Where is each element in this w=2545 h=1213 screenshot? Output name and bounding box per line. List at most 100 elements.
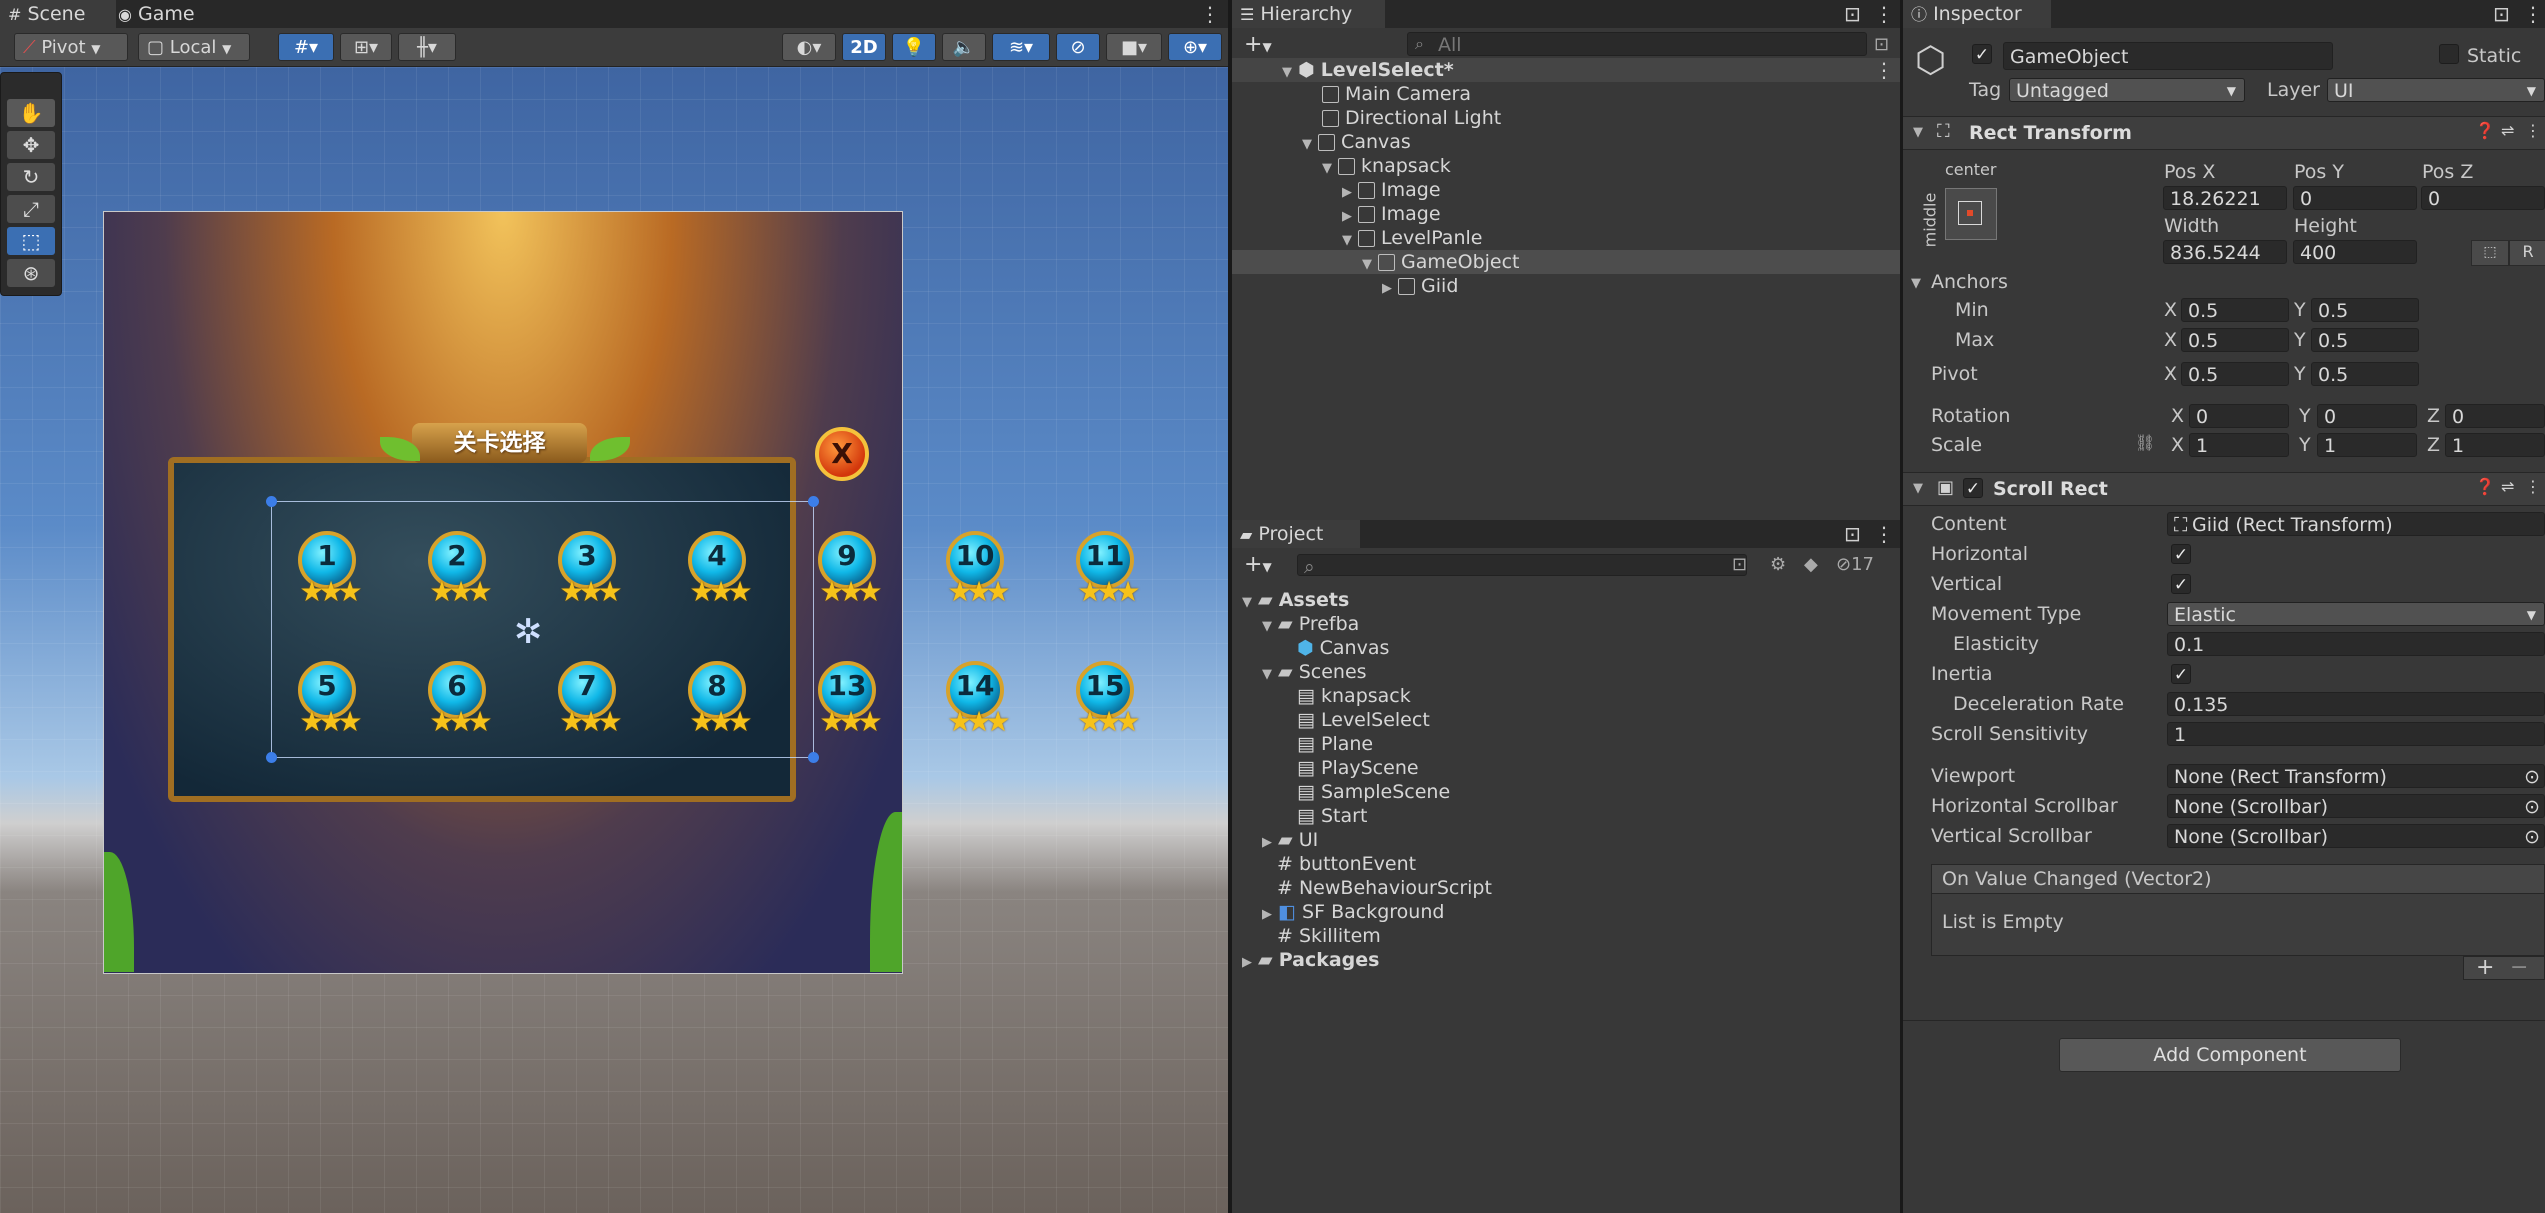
inertia-checkbox[interactable]: ✓ xyxy=(2171,664,2191,685)
level-button[interactable]: 14 ★★★ xyxy=(930,657,1022,749)
project-folder-assets[interactable]: ▼ ▰ Assets xyxy=(1242,588,1349,612)
remove-event-button[interactable]: − xyxy=(2510,955,2528,980)
project-menu-icon[interactable]: ⋮ xyxy=(1874,522,1894,546)
project-scene-plane[interactable]: ▤ Plane xyxy=(1297,732,1373,756)
project-scene-start[interactable]: ▤ Start xyxy=(1297,804,1367,828)
help-icon[interactable]: ❓ xyxy=(2475,121,2495,140)
hierarchy-search-input[interactable]: All xyxy=(1407,32,1867,56)
rotation-y-input[interactable]: 0 xyxy=(2317,404,2417,428)
scene-viewport[interactable]: ✋ ✥ ↻ ⤢ ⬚ ⊛ 关卡选择 X ✲ 1 ★★★ 2 ★★★ 3 ★★★ 4 ★★★… xyxy=(0,67,1228,1213)
anchor-preset-button[interactable] xyxy=(1945,188,1997,240)
tab-scene[interactable]: # Scene xyxy=(0,0,116,28)
horizontal-checkbox[interactable]: ✓ xyxy=(2171,544,2191,565)
hand-tool-icon[interactable]: ✋ xyxy=(7,99,55,127)
search-options-icon[interactable]: ⊡ xyxy=(1874,34,1889,55)
close-button[interactable]: X xyxy=(815,427,869,481)
constrain-proportions-icon[interactable]: ⛓ xyxy=(2135,433,2155,452)
vertical-scrollbar-field[interactable]: None (Scrollbar) ⊙ xyxy=(2167,824,2545,848)
lighting-toggle[interactable]: 💡 xyxy=(892,33,936,61)
project-script-skillitem[interactable]: # Skillitem xyxy=(1277,924,1381,948)
create-asset-button[interactable]: +▼ xyxy=(1244,552,1272,577)
blueprint-mode-button[interactable]: ⬚ xyxy=(2471,240,2509,266)
pivot-x-input[interactable]: 0.5 xyxy=(2181,362,2289,386)
level-button[interactable]: 13 ★★★ xyxy=(802,657,894,749)
project-scene-samplescene[interactable]: ▤ SampleScene xyxy=(1297,780,1450,804)
shading-mode-button[interactable]: ◐▾ xyxy=(782,33,836,61)
hierarchy-menu-icon[interactable]: ⋮ xyxy=(1874,2,1894,26)
align-button[interactable]: ╫▾ xyxy=(398,33,456,61)
pivot-gizmo-icon[interactable]: ✲ xyxy=(514,612,543,652)
transform-tool-icon[interactable]: ⊛ xyxy=(7,259,55,287)
project-asset-canvas[interactable]: ⬢ Canvas xyxy=(1297,636,1389,660)
vertical-checkbox[interactable]: ✓ xyxy=(2171,574,2191,595)
hierarchy-row-giid[interactable]: ▶ Giid xyxy=(1382,274,1458,298)
project-scene-levelselect[interactable]: ▤ LevelSelect xyxy=(1297,708,1430,732)
scale-z-input[interactable]: 1 xyxy=(2445,433,2545,457)
anchor-min-x-input[interactable]: 0.5 xyxy=(2181,298,2289,322)
increment-snap-button[interactable]: ⊞▾ xyxy=(340,33,392,61)
label-icon[interactable]: ◆ xyxy=(1804,554,1818,575)
anchor-max-x-input[interactable]: 0.5 xyxy=(2181,328,2289,352)
project-folder-scenes[interactable]: ▼ ▰ Scenes xyxy=(1262,660,1367,684)
content-object-field[interactable]: ⛶ Giid (Rect Transform) xyxy=(2167,512,2545,536)
height-input[interactable]: 400 xyxy=(2293,240,2417,264)
scroll-rect-enabled-checkbox[interactable]: ✓ xyxy=(1963,478,1983,499)
scale-y-input[interactable]: 1 xyxy=(2317,433,2417,457)
anchor-min-y-input[interactable]: 0.5 xyxy=(2311,298,2419,322)
width-input[interactable]: 836.5244 xyxy=(2163,240,2287,264)
help-icon[interactable]: ❓ xyxy=(2475,477,2495,496)
add-event-button[interactable]: + xyxy=(2476,955,2494,980)
level-button[interactable]: 5 ★★★ xyxy=(282,657,374,749)
posz-input[interactable]: 0 xyxy=(2421,186,2545,210)
hierarchy-row-levelselect[interactable]: ▼ ⬢ LevelSelect* xyxy=(1282,58,1454,82)
viewport-object-field[interactable]: None (Rect Transform) ⊙ xyxy=(2167,764,2545,788)
level-button[interactable]: 3 ★★★ xyxy=(542,527,634,619)
level-button[interactable]: 15 ★★★ xyxy=(1060,657,1152,749)
hierarchy-row-canvas[interactable]: ▼ Canvas xyxy=(1302,130,1411,154)
hierarchy-row-gameobject[interactable]: ▼ GameObject xyxy=(1362,250,1520,274)
anchors-label[interactable]: Anchors xyxy=(1931,270,2008,294)
level-button[interactable]: 1 ★★★ xyxy=(282,527,374,619)
hierarchy-row-image[interactable]: ▶ Image xyxy=(1342,202,1441,226)
hierarchy-row-image[interactable]: ▶ Image xyxy=(1342,178,1441,202)
static-checkbox[interactable] xyxy=(2439,44,2459,64)
pivot-dropdown[interactable]: ⟋ Pivot ▼ xyxy=(14,33,128,61)
tag-dropdown[interactable]: Untagged ▼ xyxy=(2009,78,2245,102)
hierarchy-row-levelpanle[interactable]: ▼ LevelPanle xyxy=(1342,226,1482,250)
inspector-lock-icon[interactable]: ⊡ xyxy=(2493,2,2510,26)
level-button[interactable]: 11 ★★★ xyxy=(1060,527,1152,619)
scene-row-menu-icon[interactable]: ⋮ xyxy=(1874,58,1894,82)
preset-icon[interactable]: ⇌ xyxy=(2501,477,2514,496)
tab-game[interactable]: ◉ Game xyxy=(110,0,205,28)
project-lock-icon[interactable]: ⊡ xyxy=(1844,522,1861,546)
hidden-packages-toggle[interactable]: ⊘17 xyxy=(1836,554,1874,575)
hierarchy-row-main-camera[interactable]: Main Camera xyxy=(1322,82,1471,106)
level-button[interactable]: 8 ★★★ xyxy=(672,657,764,749)
rect-transform-header[interactable]: ▼ ⛶ Rect Transform ❓ ⇌ ⋮ xyxy=(1903,116,2545,150)
tab-hierarchy[interactable]: ☰ Hierarchy xyxy=(1232,0,1385,28)
project-folder-prefba[interactable]: ▼ ▰ Prefba xyxy=(1262,612,1359,636)
project-scene-knapsack[interactable]: ▤ knapsack xyxy=(1297,684,1411,708)
deceleration-rate-input[interactable]: 0.135 xyxy=(2167,692,2545,716)
component-menu-icon[interactable]: ⋮ xyxy=(2525,121,2541,140)
hierarchy-row-directional-light[interactable]: Directional Light xyxy=(1322,106,1501,130)
handle-top-left[interactable] xyxy=(266,496,277,507)
move-tool-icon[interactable]: ✥ xyxy=(7,131,55,159)
level-button[interactable]: 2 ★★★ xyxy=(412,527,504,619)
gizmos-button[interactable]: ⊕▾ xyxy=(1168,33,1222,61)
project-folder-ui[interactable]: ▶ ▰ UI xyxy=(1262,828,1318,852)
rotation-z-input[interactable]: 0 xyxy=(2445,404,2545,428)
lock-icon[interactable]: ⊡ xyxy=(1844,2,1861,26)
grid-snap-button[interactable]: #▾ xyxy=(278,33,334,61)
raw-edit-button[interactable]: R xyxy=(2509,240,2545,266)
2d-toggle[interactable]: 2D xyxy=(842,33,886,61)
anchor-max-y-input[interactable]: 0.5 xyxy=(2311,328,2419,352)
layer-dropdown[interactable]: UI ▼ xyxy=(2327,78,2545,102)
horizontal-scrollbar-field[interactable]: None (Scrollbar) ⊙ xyxy=(2167,794,2545,818)
rotate-tool-icon[interactable]: ↻ xyxy=(7,163,55,191)
scale-x-input[interactable]: 1 xyxy=(2189,433,2289,457)
local-dropdown[interactable]: ▢ Local ▼ xyxy=(138,33,250,61)
handle-top-right[interactable] xyxy=(808,496,819,507)
level-button[interactable]: 7 ★★★ xyxy=(542,657,634,749)
rect-tool-icon[interactable]: ⬚ xyxy=(7,227,55,255)
